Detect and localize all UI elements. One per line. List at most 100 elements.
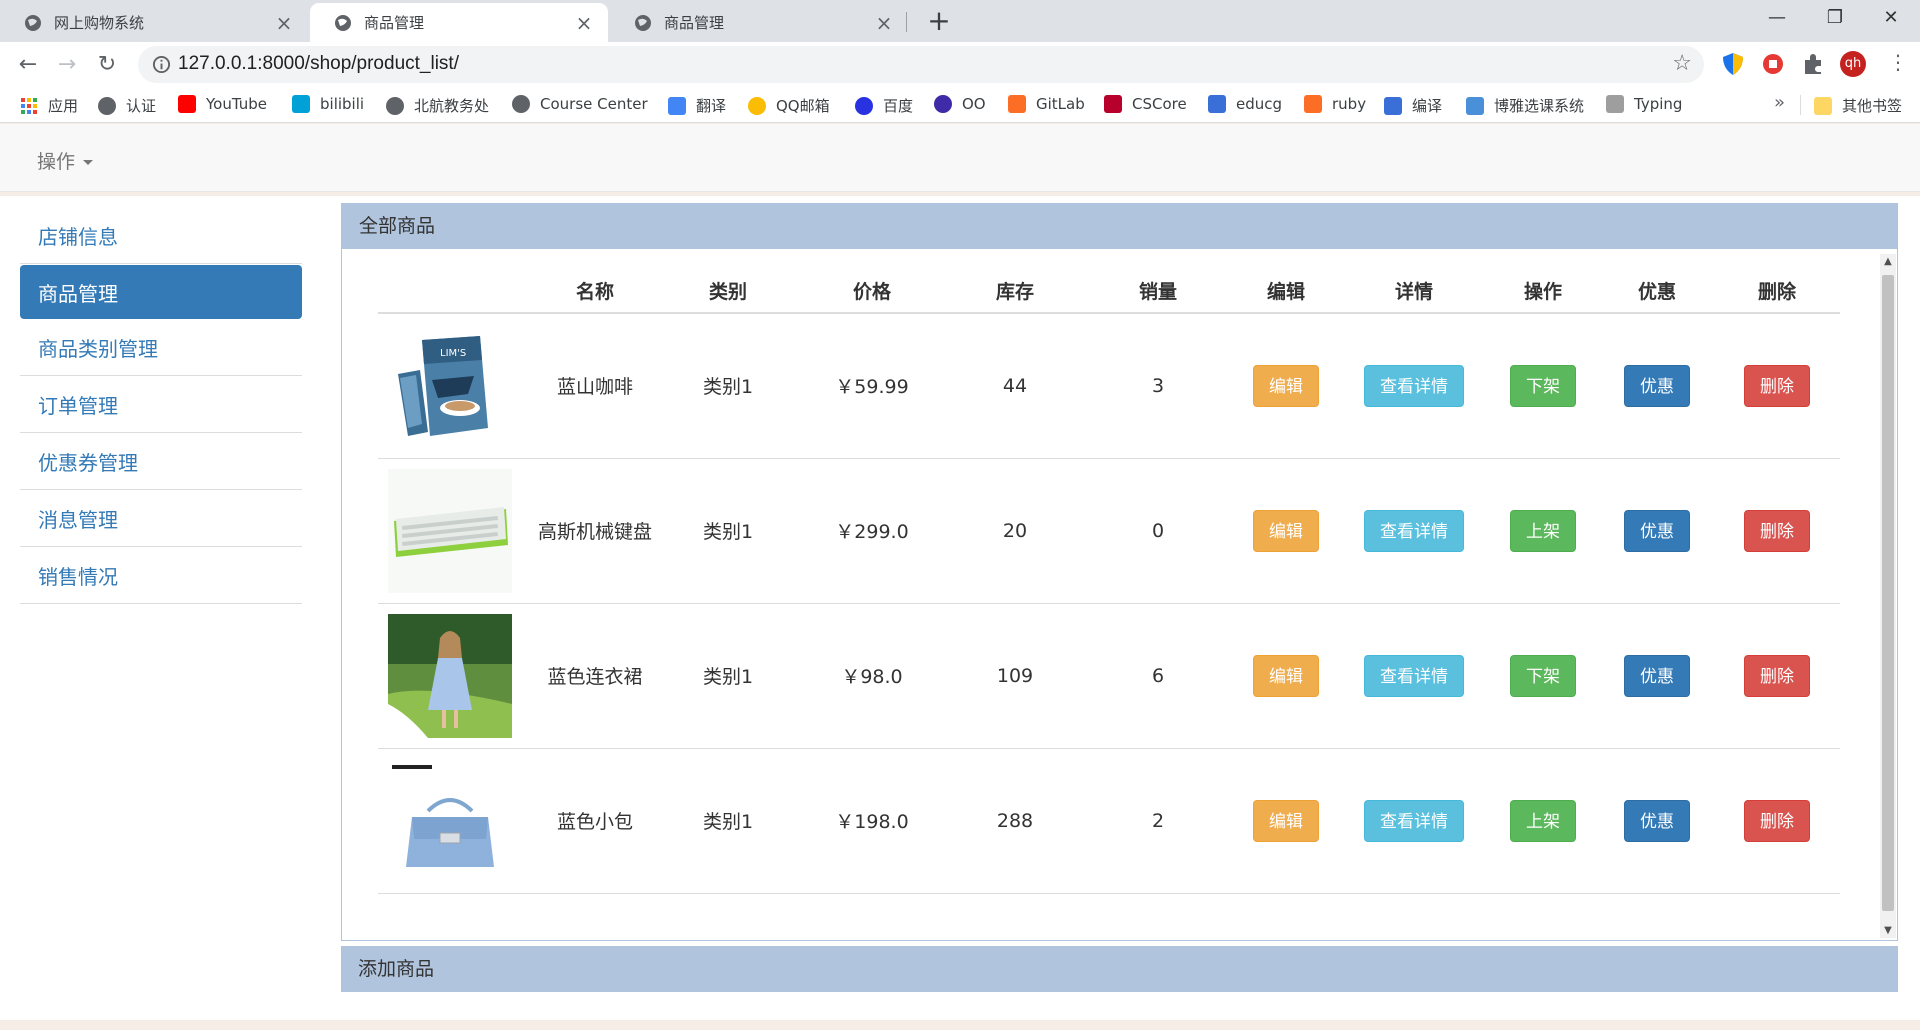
panel-title: 全部商品: [342, 204, 1897, 249]
bookmark-item[interactable]: 编译: [1384, 95, 1442, 116]
edit-button[interactable]: 编辑: [1253, 799, 1319, 842]
column-header: 操作: [1486, 269, 1600, 314]
view-detail-button[interactable]: 查看详情: [1364, 654, 1464, 697]
browser-tab[interactable]: 商品管理 ×: [610, 3, 908, 42]
more-menu-icon[interactable]: ⋮: [1888, 50, 1908, 74]
info-icon[interactable]: [152, 55, 171, 74]
minimize-button[interactable]: —: [1748, 0, 1806, 38]
browser-tab[interactable]: 网上购物系统 ×: [0, 3, 308, 42]
discount-button[interactable]: 优惠: [1624, 509, 1690, 552]
bookmark-label: 编译: [1412, 97, 1443, 115]
discount-button[interactable]: 优惠: [1624, 654, 1690, 697]
restore-button[interactable]: ❐: [1806, 0, 1864, 38]
column-header: 编辑: [1230, 269, 1342, 314]
discount-button[interactable]: 优惠: [1624, 799, 1690, 842]
bookmark-item[interactable]: ruby: [1304, 95, 1366, 113]
product-stock: 109: [944, 603, 1086, 749]
product-stock: 44: [944, 313, 1086, 459]
bookmarks-overflow-button[interactable]: »: [1774, 92, 1785, 113]
browser-toolbar: ← → ↻ 127.0.0.1:8000/shop/product_list/ …: [0, 42, 1920, 87]
column-header: 优惠: [1600, 269, 1714, 314]
other-bookmarks[interactable]: 其他书签: [1814, 95, 1902, 116]
bookmark-apps[interactable]: 应用: [20, 95, 78, 116]
scrollbar-thumb[interactable]: [1882, 275, 1894, 911]
scroll-up-arrow-icon[interactable]: ▲: [1880, 256, 1896, 267]
close-icon[interactable]: ×: [874, 11, 894, 35]
bookmark-item[interactable]: 认证: [98, 95, 156, 116]
bookmark-item[interactable]: Course Center: [512, 95, 648, 113]
close-icon[interactable]: ×: [574, 11, 594, 35]
product-name: 高斯机械键盘: [534, 458, 656, 604]
sidebar-item-product-management[interactable]: 商品管理: [20, 265, 302, 319]
top-navbar: 操作: [0, 124, 1920, 192]
bookmark-item[interactable]: 翻译: [668, 95, 726, 116]
sidebar-item-order-management[interactable]: 订单管理: [20, 376, 302, 433]
view-detail-button[interactable]: 查看详情: [1364, 364, 1464, 407]
address-bar[interactable]: 127.0.0.1:8000/shop/product_list/ ☆: [138, 46, 1704, 83]
bookmark-item[interactable]: CSCore: [1104, 95, 1187, 113]
view-detail-button[interactable]: 查看详情: [1364, 799, 1464, 842]
edit-button[interactable]: 编辑: [1253, 364, 1319, 407]
product-price: ￥198.0: [800, 748, 944, 894]
table-row: LIM'S 蓝山咖啡 类别1 ￥59.99 44 3 编辑 查看详情 下架 优惠…: [378, 313, 1840, 459]
adblock-extension-icon[interactable]: [1760, 51, 1786, 77]
bookmark-item[interactable]: 博雅选课系统: [1466, 95, 1584, 116]
edit-button[interactable]: 编辑: [1253, 654, 1319, 697]
sidebar-item-category-management[interactable]: 商品类别管理: [20, 319, 302, 376]
browser-tab-active[interactable]: 商品管理 ×: [310, 3, 608, 42]
blue-handbag-image: [388, 758, 512, 883]
delete-button[interactable]: 删除: [1744, 654, 1810, 697]
bookmark-item[interactable]: OO: [934, 95, 986, 113]
shelf-toggle-button[interactable]: 下架: [1510, 364, 1576, 407]
bookmark-item[interactable]: GitLab: [1008, 95, 1085, 113]
forward-button[interactable]: →: [51, 49, 83, 81]
svg-text:LIM'S: LIM'S: [440, 348, 466, 359]
delete-button[interactable]: 删除: [1744, 509, 1810, 552]
table-row: 高斯机械键盘 类别1 ￥299.0 20 0 编辑 查看详情 上架 优惠 删除: [378, 458, 1840, 604]
globe-icon: [335, 14, 351, 31]
scroll-down-arrow-icon[interactable]: ▼: [1880, 925, 1896, 936]
reload-button[interactable]: ↻: [91, 49, 123, 81]
bookmark-item[interactable]: QQ邮箱: [748, 95, 830, 116]
bookmark-item[interactable]: YouTube: [178, 95, 267, 113]
add-product-panel-heading[interactable]: 添加商品: [341, 946, 1898, 992]
delete-button[interactable]: 删除: [1744, 799, 1810, 842]
bookmark-item[interactable]: bilibili: [292, 95, 364, 113]
column-header: 类别: [656, 269, 800, 314]
bookmark-item[interactable]: Typing: [1606, 95, 1682, 113]
shield-extension-icon[interactable]: [1720, 51, 1746, 77]
operations-dropdown[interactable]: 操作: [37, 147, 94, 174]
view-detail-button[interactable]: 查看详情: [1364, 509, 1464, 552]
bookmark-label: bilibili: [320, 95, 365, 113]
panel-scrollbar[interactable]: ▲ ▼: [1880, 254, 1896, 938]
bookmark-item[interactable]: 北航教务处: [386, 95, 489, 116]
sidebar-item-coupon-management[interactable]: 优惠券管理: [20, 433, 302, 490]
sidebar-item-message-management[interactable]: 消息管理: [20, 490, 302, 547]
new-tab-button[interactable]: +: [922, 4, 956, 38]
sidebar-item-sales[interactable]: 销售情况: [20, 547, 302, 604]
shelf-toggle-button[interactable]: 上架: [1510, 799, 1576, 842]
product-sales: 2: [1086, 748, 1230, 894]
close-icon[interactable]: ×: [274, 11, 294, 35]
shelf-toggle-button[interactable]: 上架: [1510, 509, 1576, 552]
sidebar-item-shop-info[interactable]: 店铺信息: [20, 207, 302, 264]
extensions-puzzle-icon[interactable]: [1800, 51, 1826, 77]
url-text[interactable]: 127.0.0.1:8000/shop/product_list/: [178, 53, 459, 75]
shelf-toggle-button[interactable]: 下架: [1510, 654, 1576, 697]
column-header: 价格: [800, 269, 944, 314]
back-button[interactable]: ←: [12, 49, 44, 81]
product-stock: 288: [944, 748, 1086, 894]
bookmark-label: Course Center: [540, 95, 648, 113]
profile-avatar[interactable]: qh: [1840, 51, 1866, 77]
tab-separator: [906, 12, 907, 32]
all-products-panel: 全部商品 名称 类别 价格 库存 销量 编辑 详情 操作 优惠 删除 LIM'S…: [341, 203, 1898, 941]
edit-button[interactable]: 编辑: [1253, 509, 1319, 552]
bookmark-item[interactable]: educg: [1208, 95, 1282, 113]
close-window-button[interactable]: ✕: [1862, 0, 1920, 38]
discount-button[interactable]: 优惠: [1624, 364, 1690, 407]
delete-button[interactable]: 删除: [1744, 364, 1810, 407]
bookmark-label: 应用: [48, 97, 79, 115]
mechanical-keyboard-image: [388, 468, 512, 593]
bookmark-item[interactable]: 百度: [855, 95, 913, 116]
bookmark-star-icon[interactable]: ☆: [1672, 51, 1692, 76]
